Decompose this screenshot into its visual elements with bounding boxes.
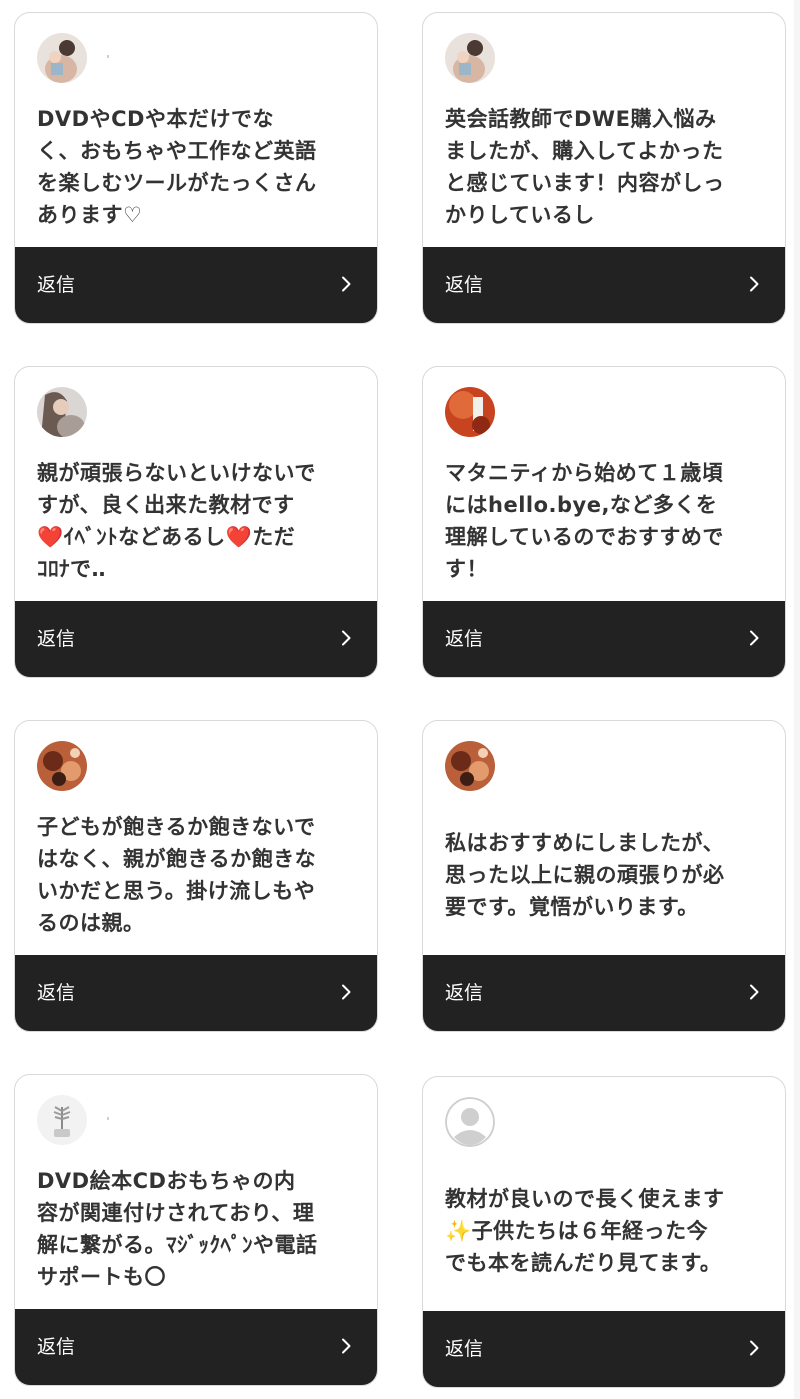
photo-avatar-mother-child-icon[interactable] bbox=[37, 33, 87, 83]
photo-avatar-orange-icon[interactable] bbox=[445, 387, 495, 437]
review-card-grid: DVDやCDや本だけでな く、おもちゃや工作など英語 を楽しむツールがたっくさん… bbox=[0, 0, 800, 1399]
review-text: 子どもが飽きるか飽きないで はなく、親が飽きるか飽きな いかだと思う。掛け流しも… bbox=[37, 815, 317, 935]
default-user-avatar-icon[interactable] bbox=[445, 1097, 495, 1147]
review-text: 英会話教師でDWE購入悩み ましたが、購入してよかった と感じています！内容がし… bbox=[445, 107, 725, 227]
review-text: DVD絵本CDおもちゃの内 容が関連付けされており、理 解に繋がる。ﾏｼﾞｯｸﾍ… bbox=[37, 1169, 318, 1289]
review-card: 教材が良いので長く使えます ✨子供たちは６年経った今 でも本を読んだり見てます。… bbox=[422, 1076, 786, 1388]
reply-label: 返信 bbox=[445, 628, 484, 650]
chevron-right-icon bbox=[749, 276, 759, 292]
photo-avatar-food-icon[interactable] bbox=[445, 741, 495, 791]
reply-button[interactable]: 返信 bbox=[15, 955, 377, 1031]
review-text: 私はおすすめにしましたが、 思った以上に親の頑張りが必 要です。覚悟がいります。 bbox=[445, 831, 725, 919]
chevron-right-icon bbox=[341, 630, 351, 646]
chevron-right-icon bbox=[341, 1338, 351, 1354]
avatar-marker bbox=[107, 55, 109, 58]
photo-avatar-mother-child-icon[interactable] bbox=[445, 33, 495, 83]
review-card: DVD絵本CDおもちゃの内 容が関連付けされており、理 解に繋がる。ﾏｼﾞｯｸﾍ… bbox=[14, 1074, 378, 1386]
reply-label: 返信 bbox=[37, 1336, 76, 1358]
review-card: マタニティから始めて１歳頃 にはhello.bye,など多くを 理解しているので… bbox=[422, 366, 786, 678]
review-card: DVDやCDや本だけでな く、おもちゃや工作など英語 を楽しむツールがたっくさん… bbox=[14, 12, 378, 324]
chevron-right-icon bbox=[341, 276, 351, 292]
photo-avatar-woman-icon[interactable] bbox=[37, 387, 87, 437]
review-card: 子どもが飽きるか飽きないで はなく、親が飽きるか飽きな いかだと思う。掛け流しも… bbox=[14, 720, 378, 1032]
reply-button[interactable]: 返信 bbox=[423, 955, 785, 1031]
reply-button[interactable]: 返信 bbox=[15, 601, 377, 677]
reply-label: 返信 bbox=[37, 274, 76, 296]
photo-avatar-food-icon[interactable] bbox=[37, 741, 87, 791]
reply-button[interactable]: 返信 bbox=[423, 247, 785, 323]
review-card: 英会話教師でDWE購入悩み ましたが、購入してよかった と感じています！内容がし… bbox=[422, 12, 786, 324]
review-text: マタニティから始めて１歳頃 にはhello.bye,など多くを 理解しているので… bbox=[445, 461, 724, 581]
avatar-marker bbox=[107, 1117, 109, 1120]
chevron-right-icon bbox=[341, 984, 351, 1000]
reply-label: 返信 bbox=[445, 1338, 484, 1360]
chevron-right-icon bbox=[749, 630, 759, 646]
scrollbar-track[interactable] bbox=[794, 0, 800, 1399]
reply-button[interactable]: 返信 bbox=[423, 601, 785, 677]
review-text: 親が頑張らないといけないで すが、良く出来た教材です ❤️ｲﾍﾞﾝﾄなどあるし❤… bbox=[37, 461, 316, 581]
reply-label: 返信 bbox=[445, 982, 484, 1004]
reply-button[interactable]: 返信 bbox=[15, 247, 377, 323]
chevron-right-icon bbox=[749, 984, 759, 1000]
chevron-right-icon bbox=[749, 1340, 759, 1356]
review-card: 親が頑張らないといけないで すが、良く出来た教材です ❤️ｲﾍﾞﾝﾄなどあるし❤… bbox=[14, 366, 378, 678]
review-text: DVDやCDや本だけでな く、おもちゃや工作など英語 を楽しむツールがたっくさん… bbox=[37, 107, 317, 227]
photo-avatar-plant-icon[interactable] bbox=[37, 1095, 87, 1145]
reply-label: 返信 bbox=[37, 628, 76, 650]
review-card: 私はおすすめにしましたが、 思った以上に親の頑張りが必 要です。覚悟がいります。… bbox=[422, 720, 786, 1032]
review-text: 教材が良いので長く使えます ✨子供たちは６年経った今 でも本を読んだり見てます。 bbox=[445, 1187, 725, 1275]
reply-label: 返信 bbox=[445, 274, 484, 296]
reply-label: 返信 bbox=[37, 982, 76, 1004]
reply-button[interactable]: 返信 bbox=[15, 1309, 377, 1385]
reply-button[interactable]: 返信 bbox=[423, 1311, 785, 1387]
